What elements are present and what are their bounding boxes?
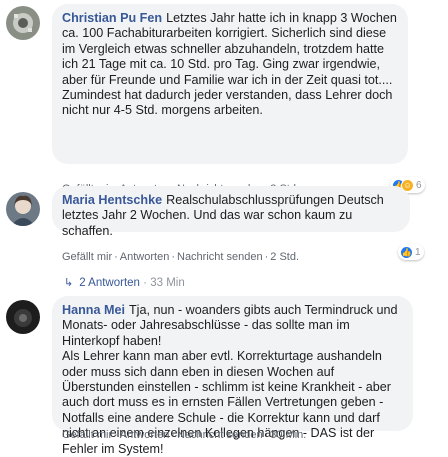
view-replies-link[interactable]: ↳ 2 Antworten · 33 Min [64,276,185,289]
like-icon: 👍 [400,245,413,259]
separator: · [171,251,175,263]
separator: · [114,429,118,441]
separator: · [114,251,118,263]
author-name[interactable]: Hanna Mei [62,303,125,317]
reaction-summary[interactable]: 👍 1 [398,244,424,260]
send-message-link[interactable]: Nachricht senden [177,429,263,441]
comment-bubble: Maria Hentschke Realschulabschlussprüfung… [52,186,410,238]
author-name[interactable]: Maria Hentschke [62,193,162,207]
reply-arrow-icon: ↳ [64,277,74,289]
avatar[interactable] [6,192,40,226]
separator: · [171,429,175,441]
avatar[interactable] [6,6,40,40]
send-message-link[interactable]: Nachricht senden [177,251,263,263]
like-link[interactable]: Gefällt mir [62,429,112,441]
timestamp[interactable]: 2 Std. [270,251,299,263]
timestamp[interactable]: 30 Min. [270,429,306,441]
reply-link[interactable]: Antworten [120,429,170,441]
comment-actions: Gefällt mir·Antworten·Nachricht senden·3… [62,429,306,441]
avatar[interactable] [6,300,40,334]
replies-count-label[interactable]: 2 Antworten [79,277,140,289]
separator: · [264,251,269,263]
comment-actions: Gefällt mir · Antworten · Nachricht senden · 2… [62,251,299,263]
comment-text: Letztes Jahr hatte ich in knapp 3 Wochen… [62,11,397,118]
separator: · [143,277,147,289]
comment-bubble: Christian Pu Fen Letztes Jahr hatte ich i… [52,4,408,164]
reaction-count: 1 [415,246,421,258]
reaction-count: 6 [416,179,422,191]
comment-bubble: Hanna Mei Tja, nun - woanders gibts auch … [52,296,413,456]
separator: · [264,429,269,441]
replies-time: 33 Min [150,277,185,289]
like-link[interactable]: Gefällt mir [62,251,112,263]
author-name[interactable]: Christian Pu Fen [62,11,162,25]
reply-link[interactable]: Antworten [120,251,170,263]
